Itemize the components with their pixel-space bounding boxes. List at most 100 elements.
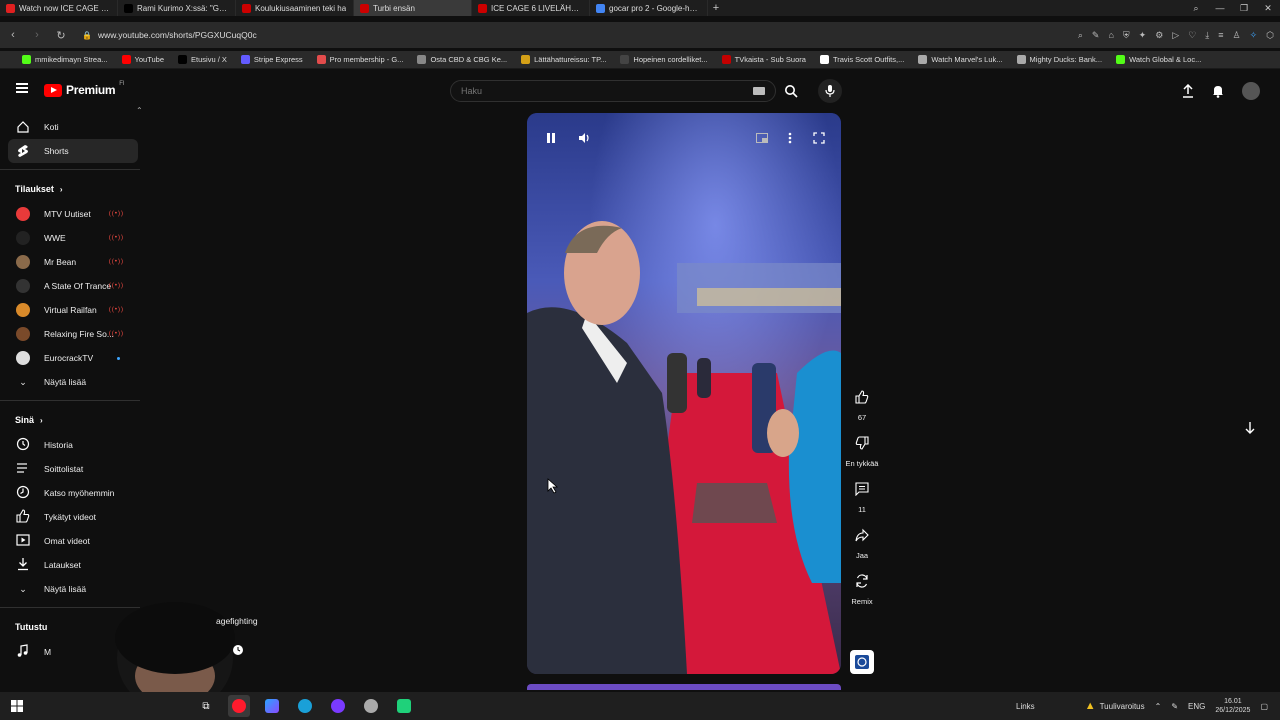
more-options-button[interactable] [779, 127, 801, 149]
sidebar-item-lataukset[interactable]: Lataukset [0, 553, 140, 577]
search-tabs-icon[interactable]: ⌕ [1184, 0, 1208, 16]
bookmark-item[interactable]: Etusivu / X [178, 55, 227, 64]
search-input[interactable] [461, 86, 721, 96]
sidebar-item-koti[interactable]: Koti [8, 115, 138, 139]
next-short-preview[interactable] [527, 684, 841, 690]
subscription-channel[interactable]: Virtual Railfan ((•)) [0, 298, 140, 322]
account-avatar[interactable] [1242, 82, 1260, 100]
download-icon[interactable]: ⤓ [1205, 30, 1209, 41]
comments-button[interactable] [850, 477, 874, 501]
share-button[interactable] [850, 523, 874, 547]
language-indicator[interactable]: ENG [1188, 702, 1205, 711]
zoom-icon[interactable]: ⌕ [1078, 30, 1083, 41]
weather-warning-icon[interactable]: ▲ [1085, 700, 1096, 712]
subscription-channel[interactable]: MTV Uutiset ((•)) [0, 202, 140, 226]
bookmark-item[interactable]: Mighty Ducks: Bank... [1016, 55, 1102, 64]
secure-lock-icon[interactable]: 🔒 [82, 31, 92, 40]
remix-button[interactable] [850, 569, 874, 593]
links-toolbar[interactable]: Links [1016, 702, 1035, 711]
app-icon-green[interactable] [393, 695, 415, 717]
subscription-channel[interactable]: Relaxing Fire So... ((•)) [0, 322, 140, 346]
shorts-video-player[interactable] [527, 113, 841, 674]
sidebar-item-omat-videot[interactable]: Omat videot [0, 529, 140, 553]
reload-icon[interactable]: ↻ [54, 29, 68, 42]
bookmark-item[interactable]: TVkaista - Sub Suora [721, 55, 806, 64]
search-taskbar-box[interactable] [34, 695, 184, 717]
bookmark-item[interactable]: Stripe Express [240, 55, 303, 64]
menu-icon[interactable]: ≡ [1218, 30, 1223, 41]
app-icon-gray[interactable] [360, 695, 382, 717]
you-heading[interactable]: Sinä › [0, 407, 140, 433]
profile-icon[interactable]: ♙ [1233, 30, 1241, 41]
dislike-button[interactable] [850, 431, 874, 455]
pause-button[interactable] [540, 127, 562, 149]
bookmark-item[interactable]: Lättähattureissu: TP... [521, 55, 606, 64]
show-more-subscriptions[interactable]: ⌄ Näytä lisää [0, 370, 140, 394]
notifications-center-icon[interactable]: ▢ [1260, 702, 1268, 711]
upload-icon[interactable] [1182, 84, 1194, 98]
youtube-premium-logo[interactable]: Premium FI [44, 81, 125, 97]
subscriptions-heading[interactable]: Tilaukset › [0, 176, 140, 202]
voice-search-button[interactable] [818, 79, 842, 103]
browser-tab[interactable]: Rami Kurimo X:ssä: "Greta [118, 0, 236, 16]
bookmark-item[interactable]: mmikedimayn Strea... [22, 55, 108, 64]
task-view-icon[interactable]: ⧉ [195, 695, 217, 717]
sidebar-item-tykätyt-videot[interactable]: Tykätyt videot [0, 505, 140, 529]
browser-tab[interactable]: ICE CAGE 6 LIVELÄHETYS [472, 0, 590, 16]
heart-icon[interactable]: ♡ [1188, 30, 1196, 41]
keyboard-icon[interactable] [753, 87, 765, 95]
like-button[interactable] [850, 385, 874, 409]
volume-button[interactable] [573, 127, 595, 149]
minimize-icon[interactable]: — [1208, 0, 1232, 16]
bookmark-item[interactable]: Watch Marvel's Luk... [918, 55, 1003, 64]
url-field[interactable]: 🔒 www.youtube.com/shorts/PGGXUCuqQ0c [78, 25, 1068, 45]
bookmark-item[interactable]: YouTube [121, 55, 164, 64]
sidebar-item-shorts[interactable]: Shorts [8, 139, 138, 163]
app-icon-purple[interactable] [327, 695, 349, 717]
browser-tab[interactable]: Turbi ensän [354, 0, 472, 16]
fullscreen-button[interactable] [808, 127, 830, 149]
more-icon[interactable]: ⬡ [1266, 30, 1274, 41]
edge-browser-icon[interactable] [294, 695, 316, 717]
guide-menu-icon[interactable] [16, 83, 28, 93]
bookmark-item[interactable]: Pro membership - G... [316, 55, 403, 64]
edit-icon[interactable]: ✎ [1092, 30, 1100, 41]
bookmark-item[interactable]: Hopeinen cordelliket... [620, 55, 708, 64]
back-icon[interactable]: ‹ [6, 29, 20, 41]
extension-icon[interactable]: ✦ [1139, 30, 1147, 41]
sound-channel-thumbnail[interactable] [850, 650, 874, 674]
search-box[interactable] [450, 80, 776, 102]
opera-browser-icon[interactable] [228, 695, 250, 717]
close-window-icon[interactable]: ✕ [1256, 0, 1280, 16]
next-short-button[interactable] [1238, 416, 1262, 440]
subscription-channel[interactable]: A State Of Trance ((•)) [0, 274, 140, 298]
chevron-up-icon[interactable]: ⌃ [136, 106, 143, 115]
bookmark-item[interactable]: Travis Scott Outfits,... [819, 55, 904, 64]
ai-assistant-icon[interactable]: ✧ [1250, 30, 1258, 41]
sidebar-item-soittolistat[interactable]: Soittolistat [0, 457, 140, 481]
subscription-channel[interactable]: Mr Bean ((•)) [0, 250, 140, 274]
subscription-channel[interactable]: EurocrackTV [0, 346, 140, 370]
notifications-bell-icon[interactable] [1212, 84, 1224, 98]
subscription-channel[interactable]: WWE ((•)) [0, 226, 140, 250]
new-tab-button[interactable]: + [708, 2, 724, 14]
start-button[interactable] [6, 695, 28, 717]
miniplayer-button[interactable] [751, 127, 773, 149]
forward-icon[interactable]: › [30, 29, 44, 41]
search-button[interactable] [777, 80, 805, 102]
settings-icon[interactable]: ⚙ [1155, 30, 1163, 41]
browser-tab[interactable]: Watch now ICE CAGE 6 | L [0, 0, 118, 16]
sidebar-item-historia[interactable]: Historia [0, 433, 140, 457]
play-icon[interactable]: ▷ [1172, 30, 1179, 41]
sidebar-item-katso-myöhemmin[interactable]: Katso myöhemmin [0, 481, 140, 505]
tray-chevron-icon[interactable]: ⌃ [1155, 702, 1162, 711]
camera-icon[interactable]: ⌂ [1108, 30, 1113, 41]
copilot-icon[interactable] [261, 695, 283, 717]
weather-label[interactable]: Tuulivaroitus [1100, 702, 1145, 711]
browser-tab[interactable]: Koulukiusaaminen teki ha [236, 0, 354, 16]
network-icon[interactable]: ✎ [1171, 702, 1178, 711]
browser-tab[interactable]: gocar pro 2 - Google-haku [590, 0, 708, 16]
bookmark-item[interactable]: Osta CBD & CBG Ke... [417, 55, 507, 64]
restore-icon[interactable]: ❐ [1232, 0, 1256, 16]
shield-icon[interactable]: ⛨ [1123, 30, 1130, 41]
